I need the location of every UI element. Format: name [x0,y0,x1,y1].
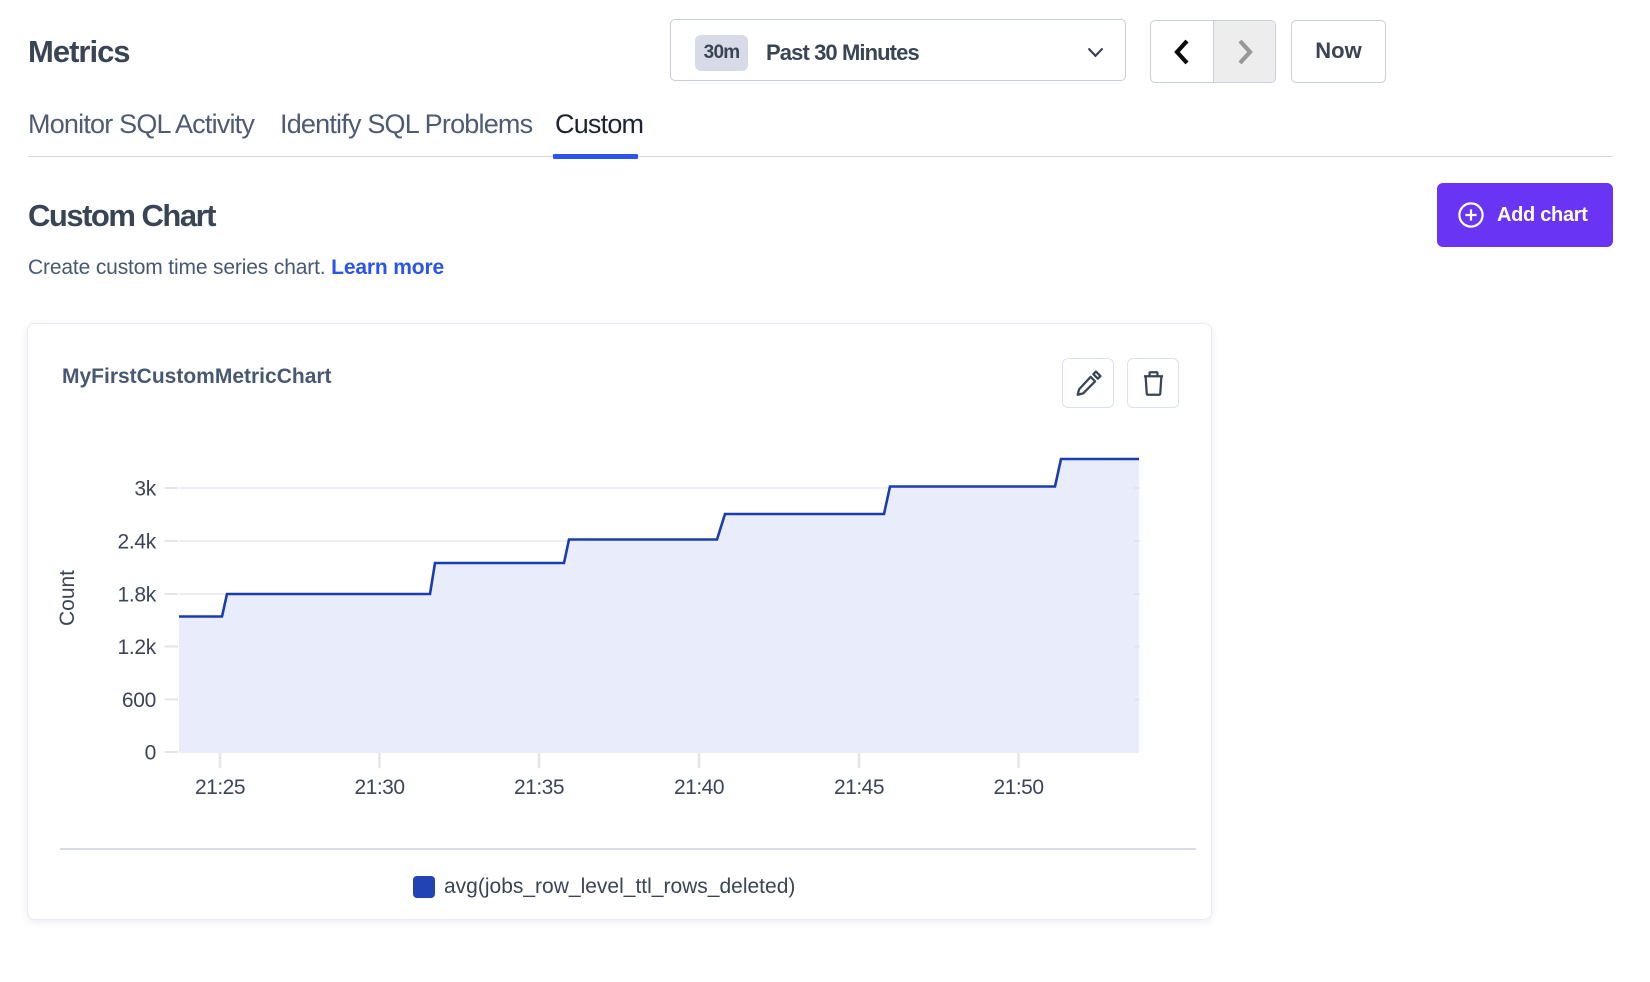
svg-text:2.4k: 2.4k [118,531,157,554]
svg-text:21:35: 21:35 [514,776,564,799]
svg-text:1.2k: 1.2k [118,636,157,659]
svg-text:21:45: 21:45 [834,776,884,799]
svg-text:Count: Count [56,570,79,626]
svg-text:600: 600 [122,689,156,712]
svg-text:0: 0 [145,742,156,765]
svg-text:21:25: 21:25 [195,776,245,799]
svg-text:3k: 3k [134,478,156,501]
svg-text:21:50: 21:50 [993,776,1043,799]
svg-text:21:30: 21:30 [354,776,404,799]
svg-text:21:40: 21:40 [674,776,724,799]
svg-text:1.8k: 1.8k [118,584,157,607]
